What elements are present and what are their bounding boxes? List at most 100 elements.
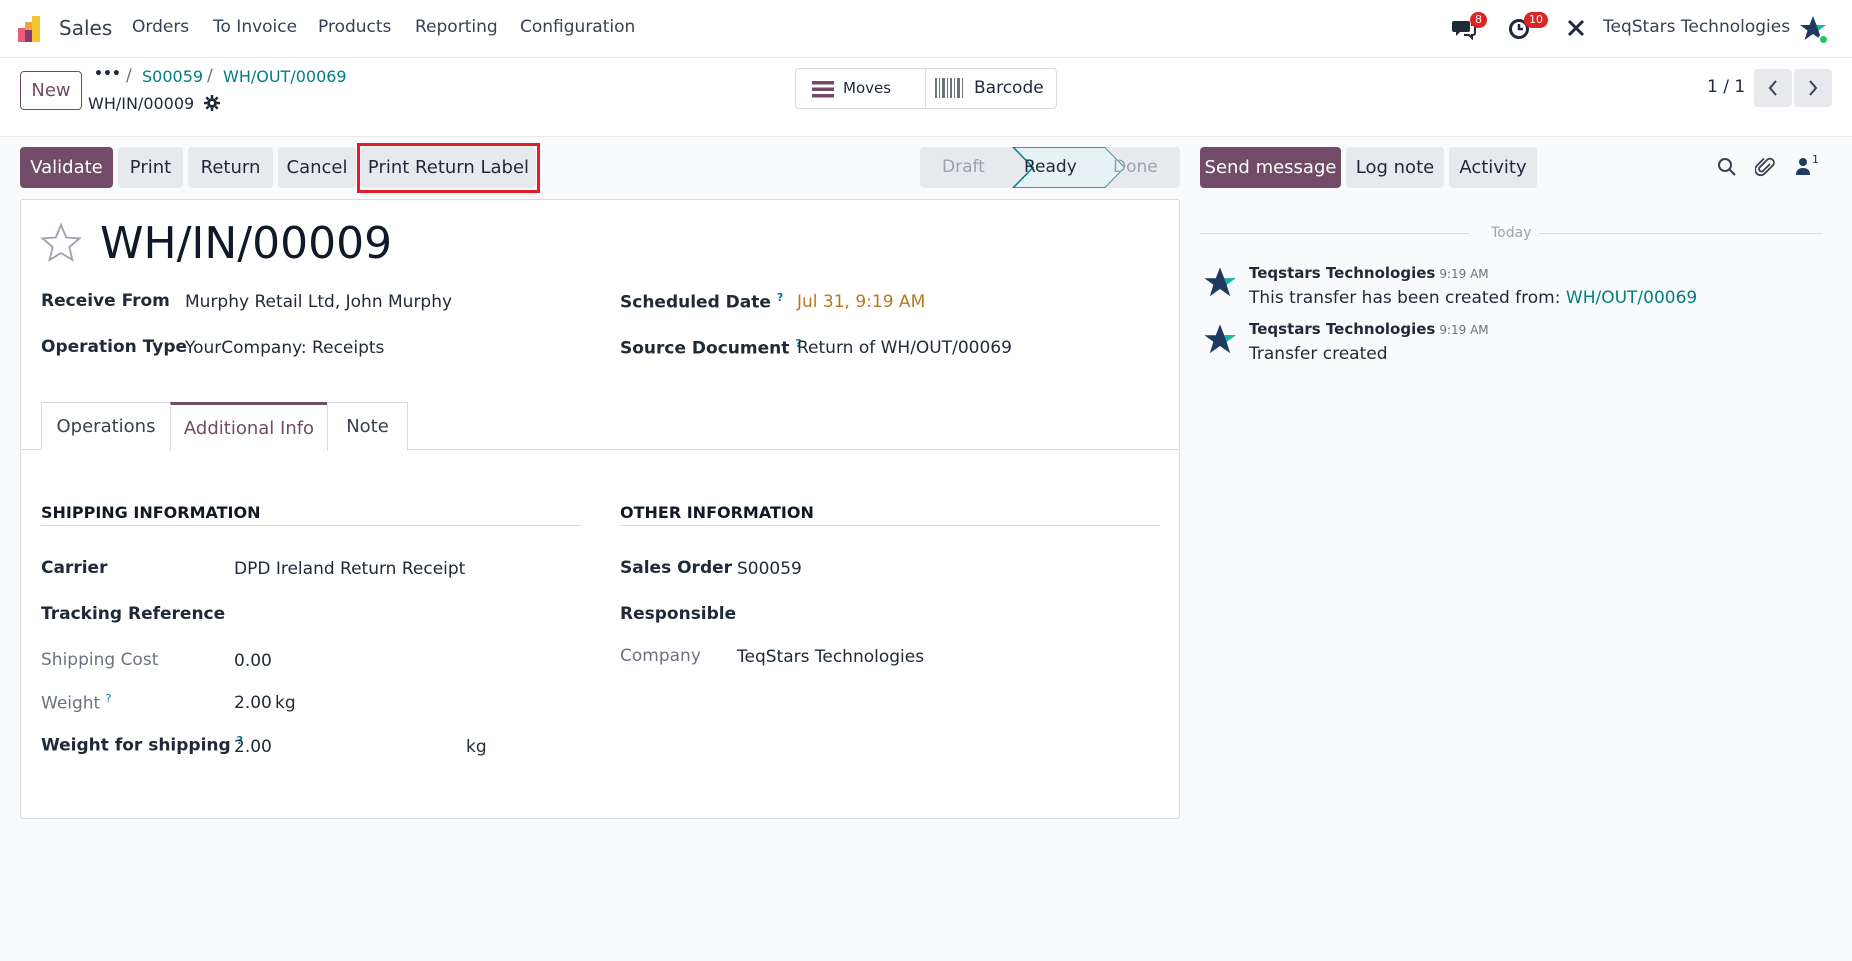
- barcode-label: Barcode: [974, 78, 1044, 98]
- new-button[interactable]: New: [20, 71, 82, 110]
- help-tooltip-icon[interactable]: ?: [777, 291, 783, 304]
- moves-smart-button[interactable]: Moves: [796, 69, 926, 108]
- help-tooltip-icon[interactable]: ?: [106, 692, 112, 705]
- cancel-button[interactable]: Cancel: [278, 147, 356, 188]
- date-separator-rule: [1200, 233, 1470, 234]
- control-panel: New ••• / S00059 / WH/OUT/00069 WH/IN/00…: [0, 58, 1852, 137]
- menu-products[interactable]: Products: [318, 17, 391, 37]
- sales-order-field[interactable]: S00059: [737, 559, 802, 579]
- menu-reporting[interactable]: Reporting: [415, 17, 498, 37]
- debug-tools-icon[interactable]: [1566, 18, 1588, 40]
- breadcrumb-separator: /: [207, 66, 213, 86]
- sales-order-label: Sales Order: [620, 558, 733, 578]
- message-author: Teqstars Technologies 9:19 AM: [1249, 320, 1489, 338]
- company-label: Company: [620, 646, 701, 666]
- highlight-box: [357, 143, 540, 193]
- followers-button[interactable]: 1: [1796, 153, 1819, 180]
- messages-button[interactable]: 8: [1452, 12, 1487, 41]
- receive-from-label: Receive From: [41, 291, 170, 311]
- list-icon: [812, 80, 834, 103]
- weight-unit: kg: [275, 693, 296, 713]
- source-document-field[interactable]: Return of WH/OUT/00069: [797, 338, 1012, 358]
- activities-badge: 10: [1524, 12, 1548, 28]
- messages-badge: 8: [1470, 12, 1487, 28]
- shipping-cost-label: Shipping Cost: [41, 650, 159, 670]
- app-logo-icon[interactable]: [18, 16, 46, 42]
- top-navbar: Sales Orders To Invoice Products Reporti…: [0, 0, 1852, 58]
- menu-configuration[interactable]: Configuration: [520, 17, 635, 37]
- tab-additional-info[interactable]: Additional Info: [170, 402, 328, 451]
- search-icon[interactable]: [1717, 157, 1737, 182]
- user-icon: [1796, 158, 1810, 175]
- tracking-reference-label: Tracking Reference: [41, 604, 226, 624]
- barcode-icon: [935, 78, 963, 103]
- breadcrumb-current: WH/IN/00009: [88, 94, 195, 113]
- weight-for-shipping-unit: kg: [466, 737, 487, 757]
- weight-field: 2.00: [234, 693, 272, 713]
- weight-label: Weight ?: [41, 692, 112, 714]
- weight-for-shipping-field[interactable]: 2.00: [234, 737, 272, 757]
- breadcrumb-sales-order[interactable]: S00059: [142, 67, 203, 86]
- message-body: This transfer has been created from: WH/…: [1249, 288, 1698, 308]
- status-done[interactable]: Done: [1113, 157, 1158, 177]
- pager-previous-button[interactable]: [1754, 69, 1792, 107]
- app-name[interactable]: Sales: [59, 16, 112, 40]
- followers-count: 1: [1812, 153, 1819, 166]
- menu-to-invoice[interactable]: To Invoice: [213, 17, 297, 37]
- status-draft[interactable]: Draft: [942, 157, 985, 177]
- log-note-button[interactable]: Log note: [1346, 147, 1444, 188]
- receive-from-field[interactable]: Murphy Retail Ltd, John Murphy: [185, 292, 452, 312]
- author-avatar[interactable]: [1202, 322, 1238, 363]
- operation-type-field[interactable]: YourCompany: Receipts: [185, 338, 384, 358]
- breadcrumb-more-button[interactable]: •••: [94, 66, 121, 82]
- author-avatar[interactable]: [1202, 265, 1238, 306]
- status-bar: Draft Ready Done: [920, 147, 1180, 188]
- carrier-label: Carrier: [41, 558, 108, 578]
- activities-button[interactable]: 10: [1508, 12, 1548, 40]
- pager-next-button[interactable]: [1794, 69, 1832, 107]
- user-avatar[interactable]: [1798, 14, 1830, 46]
- validate-button[interactable]: Validate: [20, 147, 113, 188]
- other-info-heading: OTHER INFORMATION: [620, 503, 814, 522]
- responsible-label: Responsible: [620, 604, 737, 624]
- tab-operations[interactable]: Operations: [41, 402, 171, 450]
- company-switcher[interactable]: TeqStars Technologies: [1603, 17, 1790, 37]
- return-button[interactable]: Return: [188, 147, 273, 188]
- online-status-icon: [1818, 34, 1829, 45]
- section-rule: [41, 525, 581, 526]
- record-title: WH/IN/00009: [100, 218, 393, 269]
- message-link[interactable]: WH/OUT/00069: [1566, 288, 1697, 308]
- chevron-right-icon: [1809, 80, 1818, 96]
- breadcrumb-delivery[interactable]: WH/OUT/00069: [223, 67, 347, 86]
- date-separator: Today: [1491, 225, 1532, 241]
- shipping-cost-field: 0.00: [234, 651, 272, 671]
- barcode-smart-button[interactable]: Barcode: [926, 69, 1056, 108]
- chevron-left-icon: [1768, 80, 1777, 96]
- source-document-label: Source Document ?: [620, 337, 802, 359]
- section-rule: [620, 525, 1160, 526]
- tab-note[interactable]: Note: [327, 402, 408, 450]
- star-icon[interactable]: [40, 222, 82, 269]
- gear-icon[interactable]: [204, 95, 220, 116]
- company-field[interactable]: TeqStars Technologies: [737, 647, 924, 667]
- message-time: 9:19 AM: [1439, 323, 1489, 337]
- print-button[interactable]: Print: [118, 147, 183, 188]
- carrier-field[interactable]: DPD Ireland Return Receipt: [234, 559, 465, 579]
- message-author: Teqstars Technologies 9:19 AM: [1249, 264, 1489, 282]
- shipping-heading: SHIPPING INFORMATION: [41, 503, 261, 522]
- activity-button[interactable]: Activity: [1449, 147, 1537, 188]
- send-message-button[interactable]: Send message: [1200, 147, 1341, 188]
- menu-orders[interactable]: Orders: [132, 17, 189, 37]
- breadcrumb-separator: /: [126, 66, 132, 86]
- date-separator-rule: [1538, 233, 1823, 234]
- pager-value[interactable]: 1 / 1: [1707, 77, 1745, 97]
- status-ready: Ready: [1024, 157, 1077, 177]
- moves-label: Moves: [843, 79, 892, 97]
- weight-for-shipping-label: Weight for shipping ?: [41, 734, 243, 756]
- scheduled-date-field[interactable]: Jul 31, 9:19 AM: [797, 292, 925, 312]
- message-body: Transfer created: [1249, 344, 1388, 364]
- smart-buttons: Moves Barcode: [795, 68, 1057, 109]
- paperclip-icon[interactable]: [1754, 156, 1775, 183]
- message-time: 9:19 AM: [1439, 267, 1489, 281]
- scheduled-date-label: Scheduled Date ?: [620, 291, 784, 313]
